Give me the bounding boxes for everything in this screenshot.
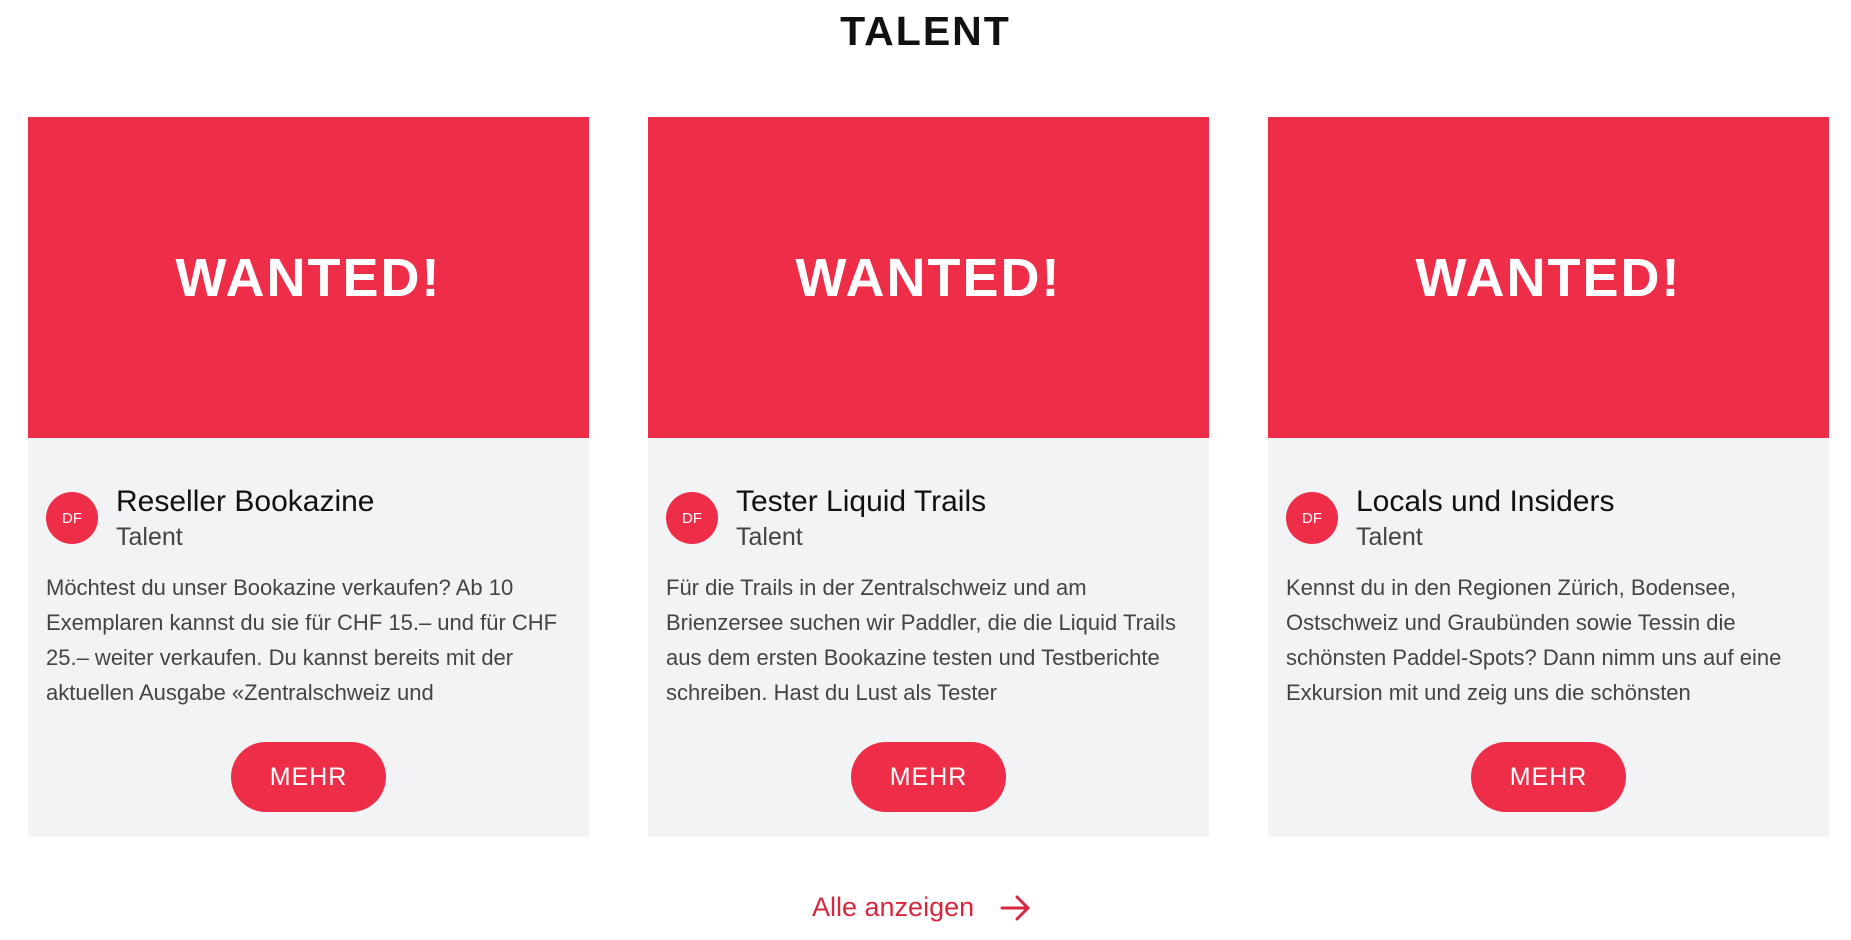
card-banner: WANTED! [28,117,589,438]
card-banner: WANTED! [1268,117,1829,438]
show-all-label: Alle anzeigen [812,892,975,922]
banner-text: WANTED! [1415,247,1682,308]
card-excerpt: Möchtest du unser Bookazine verkaufen? A… [46,575,558,705]
talent-card-tester-liquid-trails[interactable]: WANTED! DF Tester Liquid Trails Talent F… [648,117,1209,837]
card-banner: WANTED! [648,117,1209,438]
section-title: TALENT [840,8,1011,54]
card-category: Talent [1356,523,1423,551]
show-all-link[interactable]: Alle anzeigen [812,892,1032,923]
author-avatar: DF [46,492,98,544]
author-avatar: DF [666,492,718,544]
card-list: WANTED! DF Reseller Bookazine Talent Möc… [28,117,1829,837]
card-title[interactable]: Locals und Insiders [1356,485,1615,519]
more-button[interactable]: MEHR [231,742,386,812]
talent-card-reseller-bookazine[interactable]: WANTED! DF Reseller Bookazine Talent Möc… [28,117,589,837]
card-category: Talent [116,523,183,551]
card-title[interactable]: Reseller Bookazine [116,485,374,519]
banner-text: WANTED! [795,247,1062,308]
card-title[interactable]: Tester Liquid Trails [736,485,986,519]
more-button[interactable]: MEHR [851,742,1006,812]
more-button[interactable]: MEHR [1471,742,1626,812]
card-header: DF Reseller Bookazine Talent [46,471,571,551]
card-excerpt: Für die Trails in der Zentralschweiz und… [666,575,1176,705]
arrow-right-icon [1000,893,1032,923]
talent-section: TALENT WANTED! DF Reseller Bookazine Tal… [0,0,1851,940]
banner-text: WANTED! [175,247,442,308]
card-header: DF Tester Liquid Trails Talent [666,471,1191,551]
card-header: DF Locals und Insiders Talent [1286,471,1811,551]
card-category: Talent [736,523,803,551]
author-avatar: DF [1286,492,1338,544]
talent-card-locals-und-insiders[interactable]: WANTED! DF Locals und Insiders Talent Ke… [1268,117,1829,837]
card-excerpt: Kennst du in den Regionen Zürich, Bodens… [1286,575,1782,705]
